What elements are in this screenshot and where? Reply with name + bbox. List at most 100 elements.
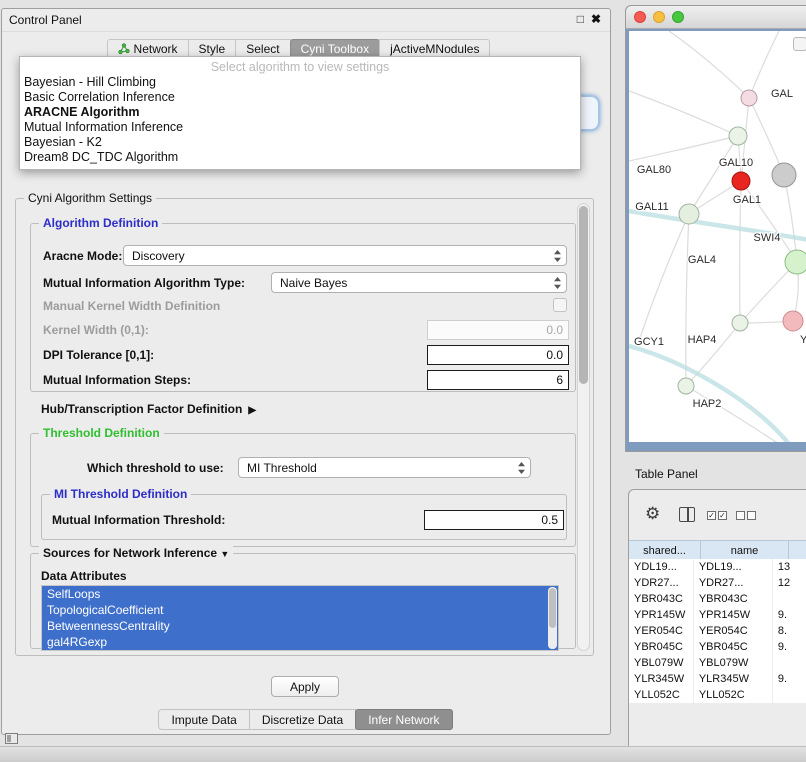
apply-button[interactable]: Apply (271, 676, 339, 697)
hub-tf-definition-toggle[interactable]: Hub/Transcription Factor Definition ▶ (41, 402, 256, 416)
aracne-mode-combo[interactable]: Discovery (123, 245, 567, 266)
threshold-definition-group: Threshold Definition Which threshold to … (30, 433, 576, 547)
tab-label: jActiveMNodules (390, 42, 479, 56)
table-row[interactable]: YBL079W YBL079W (629, 655, 806, 671)
table-row[interactable]: YDR27... YDR27... 12 (629, 575, 806, 591)
table-row[interactable]: YBR043C YBR043C (629, 591, 806, 607)
which-threshold-label: Which threshold to use: (87, 461, 224, 475)
column-header[interactable]: name (701, 541, 789, 560)
cell-shared-name: YBL079W (629, 655, 694, 671)
dpi-tolerance-label: DPI Tolerance [0,1]: (43, 348, 154, 362)
float-window-icon[interactable]: □ (577, 12, 584, 26)
minimized-panel-icon[interactable] (5, 733, 18, 744)
threshold-definition-title: Threshold Definition (39, 426, 164, 440)
tab-impute-data[interactable]: Impute Data (158, 709, 249, 730)
gear-icon[interactable]: ⚙ (645, 504, 660, 524)
chevron-down-icon: ▼ (220, 549, 229, 559)
settings-scrollbar[interactable] (577, 203, 590, 651)
network-node[interactable] (783, 311, 803, 331)
zoom-window-icon[interactable] (672, 11, 684, 23)
columns-icon[interactable] (679, 507, 695, 522)
network-view-window: GAL GAL80 GAL10 GAL11 GAL1 SWI4 GAL4 GCY… (625, 5, 806, 452)
combo-arrows-icon (554, 277, 561, 289)
node-label: GAL1 (733, 194, 761, 206)
table-row[interactable]: YLL052C YLL052C (629, 687, 806, 703)
cell-shared-name: YBR043C (629, 591, 694, 607)
minimize-window-icon[interactable] (653, 11, 665, 23)
attribute-item-selected[interactable]: BetweennessCentrality (42, 618, 558, 634)
mi-threshold-field[interactable]: 0.5 (424, 510, 564, 530)
network-node[interactable] (732, 315, 748, 331)
dropdown-item[interactable]: Dream8 DC_TDC Algorithm (20, 150, 580, 165)
dropdown-item[interactable]: Mutual Information Inference (20, 120, 580, 135)
tab-infer-network[interactable]: Infer Network (355, 709, 452, 730)
attribute-item-selected[interactable]: TopologicalCoefficient (42, 602, 558, 618)
network-graph: GAL GAL80 GAL10 GAL11 GAL1 SWI4 GAL4 GCY… (629, 31, 806, 442)
sources-group-title[interactable]: Sources for Network Inference ▼ (39, 546, 233, 560)
cell-name: YER054C (694, 623, 773, 639)
control-panel-window: Control Panel □ ✖ Network Style (1, 8, 611, 735)
cell-value: 9. (773, 607, 806, 623)
mi-algorithm-type-label: Mutual Information Algorithm Type: (43, 276, 245, 290)
mi-algorithm-type-value: Naive Bayes (280, 276, 347, 290)
mi-steps-field[interactable]: 6 (427, 370, 569, 390)
dropdown-item-selected[interactable]: ARACNE Algorithm (20, 105, 580, 120)
network-node-selected-red[interactable] (732, 172, 750, 190)
network-node[interactable] (679, 204, 699, 224)
dropdown-item[interactable]: Bayesian - Hill Climbing (20, 75, 580, 90)
table-row[interactable]: YER054C YER054C 8. (629, 623, 806, 639)
combo-arrows-icon (554, 250, 561, 262)
cell-shared-name: YPR145W (629, 607, 694, 623)
manual-kernel-width-label: Manual Kernel Width Definition (43, 299, 220, 313)
desktop: Control Panel □ ✖ Network Style (0, 0, 806, 762)
tab-label: Select (246, 42, 279, 56)
cell-name: YDR27... (694, 575, 773, 591)
birdseye-button[interactable] (793, 37, 806, 51)
settings-group-title: Cyni Algorithm Settings (24, 191, 156, 205)
table-row[interactable]: YDL19... YDL19... 13 (629, 559, 806, 575)
cell-name: YLL052C (694, 687, 773, 703)
scrollbar-thumb[interactable] (579, 206, 588, 384)
network-node[interactable] (785, 250, 806, 274)
dropdown-item[interactable]: Basic Correlation Inference (20, 90, 580, 105)
deselect-all-checkbox-icon[interactable] (736, 511, 745, 520)
network-canvas[interactable]: GAL GAL80 GAL10 GAL11 GAL1 SWI4 GAL4 GCY… (629, 31, 806, 442)
dropdown-item[interactable]: Bayesian - K2 (20, 135, 580, 150)
table-row[interactable]: YLR345W YLR345W 9. (629, 671, 806, 687)
close-window-icon[interactable] (634, 11, 646, 23)
tab-label: Infer Network (368, 713, 439, 727)
select-all-checkbox-icon[interactable]: ✓ (707, 511, 716, 520)
cell-shared-name: YLR345W (629, 671, 694, 687)
node-label: GCY1 (634, 336, 664, 348)
table-row[interactable]: YBR045C YBR045C 9. (629, 639, 806, 655)
column-header[interactable]: shared... (629, 541, 701, 560)
column-header[interactable] (789, 541, 806, 560)
scrollbar-thumb[interactable] (549, 588, 556, 628)
combo-arrows-icon (518, 462, 525, 474)
deselect-all-checkbox-icon[interactable] (747, 511, 756, 520)
network-node[interactable] (678, 378, 694, 394)
cell-name: YBL079W (694, 655, 773, 671)
which-threshold-combo[interactable]: MI Threshold (238, 457, 531, 478)
dpi-tolerance-field[interactable]: 0.0 (427, 345, 569, 365)
mi-algorithm-type-combo[interactable]: Naive Bayes (271, 272, 567, 293)
tab-discretize-data[interactable]: Discretize Data (249, 709, 356, 730)
cell-name: YLR345W (694, 671, 773, 687)
close-icon[interactable]: ✖ (591, 12, 601, 26)
select-all-checkbox-icon[interactable]: ✓ (718, 511, 727, 520)
dropdown-placeholder: Select algorithm to view settings (20, 60, 580, 75)
network-node[interactable] (772, 163, 796, 187)
cell-value (773, 687, 806, 703)
cell-name: YBR045C (694, 639, 773, 655)
hub-tf-definition-label: Hub/Transcription Factor Definition (41, 402, 242, 416)
network-edge (749, 98, 784, 175)
table-row[interactable]: YPR145W YPR145W 9. (629, 607, 806, 623)
node-label: HAP4 (688, 334, 717, 346)
chevron-right-icon: ▶ (248, 405, 256, 416)
kernel-width-field: 0.0 (427, 320, 569, 340)
attribute-item-selected[interactable]: SelfLoops (42, 586, 558, 602)
network-node[interactable] (741, 90, 757, 106)
attribute-item-selected[interactable]: gal4RGexp (42, 634, 558, 650)
network-node[interactable] (729, 127, 747, 145)
attribute-list-scrollbar[interactable] (548, 587, 557, 649)
